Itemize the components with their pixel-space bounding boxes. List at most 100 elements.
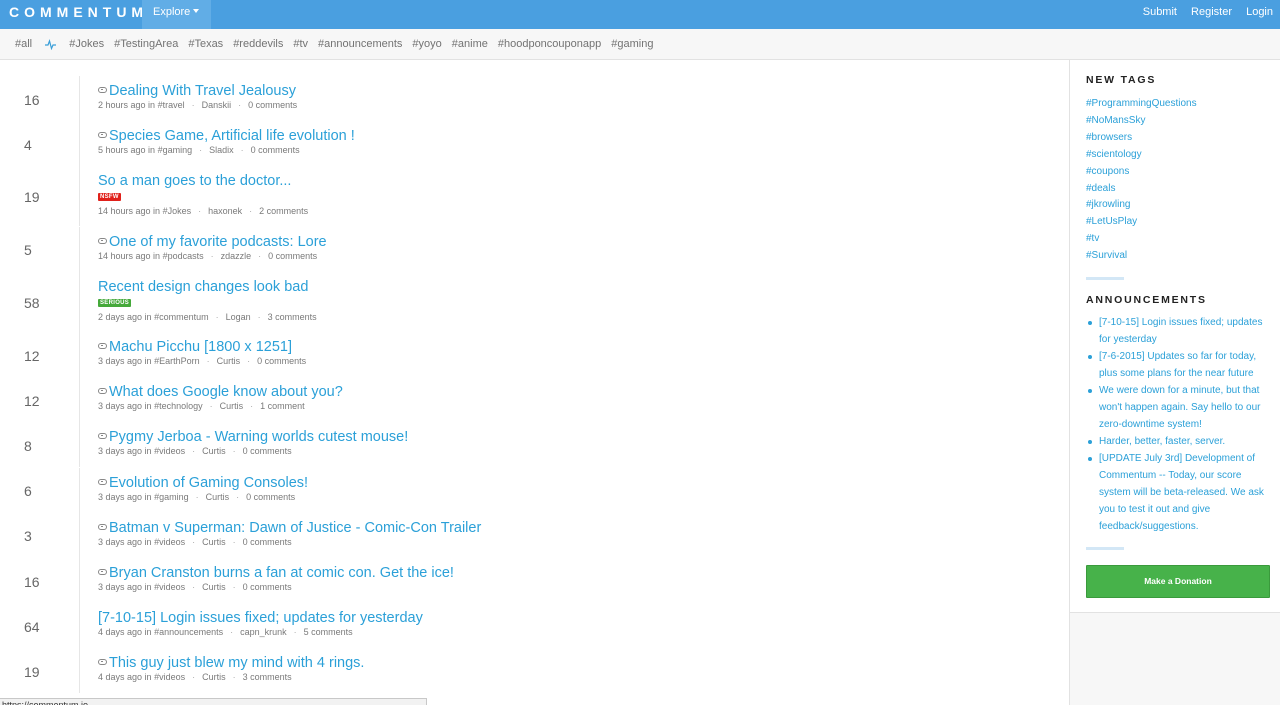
post-author-link[interactable]: zdazzle — [221, 251, 252, 261]
post-comments-link[interactable]: 5 comments — [304, 627, 353, 637]
title-line: One of my favorite podcasts: Lore — [98, 233, 327, 251]
link-icon — [98, 388, 107, 395]
post-title[interactable]: Bryan Cranston burns a fan at comic con.… — [109, 565, 454, 581]
meta-separator: · — [247, 356, 251, 366]
post-tag-link[interactable]: #EarthPorn — [154, 356, 200, 366]
post-tag-link[interactable]: #travel — [158, 100, 185, 110]
post-time: 4 days ago in — [98, 672, 152, 683]
meta-separator: · — [195, 491, 199, 502]
post-title[interactable]: Evolution of Gaming Consoles! — [109, 475, 308, 491]
announcement-link[interactable]: We were down for a minute, but that won'… — [1088, 382, 1271, 433]
post-author-link[interactable]: Curtis — [202, 672, 226, 682]
new-tag-link[interactable]: #browsers — [1086, 130, 1197, 147]
new-tag-link[interactable]: #jkrowling — [1086, 197, 1197, 214]
announcement-link[interactable]: [UPDATE July 3rd] Development of Comment… — [1088, 450, 1271, 535]
post-meta: 4 days ago in #videos · Curtis · 3 comments — [98, 672, 292, 682]
post-tag-link[interactable]: #Jokes — [163, 206, 192, 216]
post-time: 14 hours ago in — [98, 206, 161, 217]
new-tag-link[interactable]: #NoMansSky — [1086, 113, 1197, 130]
post-author-link[interactable]: Curtis — [202, 537, 226, 547]
post-comments-link[interactable]: 0 comments — [246, 492, 295, 502]
pulse-icon[interactable] — [45, 39, 57, 50]
post-author-link[interactable]: Logan — [226, 312, 251, 322]
post-title[interactable]: So a man goes to the doctor... — [98, 173, 291, 189]
new-tag-link[interactable]: #deals — [1086, 181, 1197, 198]
post-comments-link[interactable]: 0 comments — [243, 582, 292, 592]
new-tags-heading: NEW TAGS — [1086, 74, 1157, 86]
post-comments-link[interactable]: 0 comments — [243, 537, 292, 547]
tag-hoodponcouponapp[interactable]: #hoodponcouponapp — [498, 38, 601, 50]
new-tag-link[interactable]: #tv — [1086, 231, 1197, 248]
post-author-link[interactable]: Curtis — [217, 356, 241, 366]
post-title[interactable]: [7-10-15] Login issues fixed; updates fo… — [98, 610, 423, 626]
post-title[interactable]: Recent design changes look bad — [98, 279, 308, 295]
post-author-link[interactable]: Sladix — [209, 145, 234, 155]
tag-gaming[interactable]: #gaming — [611, 38, 653, 50]
link-icon — [98, 659, 107, 666]
post-author-link[interactable]: haxonek — [208, 206, 242, 216]
tag-announcements[interactable]: #announcements — [318, 38, 402, 50]
tag-reddevils[interactable]: #reddevils — [233, 38, 283, 50]
post-comments-link[interactable]: 0 comments — [268, 251, 317, 261]
explore-dropdown[interactable]: Explore — [142, 0, 211, 29]
post-tag-link[interactable]: #videos — [154, 672, 185, 682]
post-title[interactable]: Batman v Superman: Dawn of Justice - Com… — [109, 520, 481, 536]
post-title[interactable]: What does Google know about you? — [109, 384, 343, 400]
donate-button[interactable]: Make a Donation — [1086, 565, 1270, 598]
post-author-link[interactable]: Curtis — [206, 492, 230, 502]
post-item: 19 So a man goes to the doctor... NSFW 14 h… — [0, 166, 1068, 227]
tag-all[interactable]: #all — [15, 38, 32, 50]
announcement-link[interactable]: Harder, better, faster, server. — [1088, 433, 1271, 450]
post-title[interactable]: One of my favorite podcasts: Lore — [109, 234, 327, 250]
post-tag-link[interactable]: #commentum — [154, 312, 209, 322]
post-title[interactable]: Species Game, Artificial life evolution … — [109, 128, 355, 144]
post-comments-link[interactable]: 3 comments — [243, 672, 292, 682]
login-link[interactable]: Login — [1246, 6, 1273, 18]
post-tag-link[interactable]: #gaming — [158, 145, 193, 155]
score-count: 5 — [24, 242, 32, 259]
post-tag-link[interactable]: #gaming — [154, 492, 189, 502]
post-comments-link[interactable]: 0 comments — [248, 100, 297, 110]
submit-link[interactable]: Submit — [1143, 6, 1177, 18]
post-time: 2 hours ago in — [98, 100, 156, 110]
post-tag-link[interactable]: #videos — [154, 446, 185, 456]
post-tag-link[interactable]: #podcasts — [163, 251, 204, 261]
site-logo[interactable]: COMMENTUM — [9, 4, 148, 20]
title-line: This guy just blew my mind with 4 rings. — [98, 654, 364, 672]
new-tag-link[interactable]: #Survival — [1086, 248, 1197, 265]
post-author-link[interactable]: Danskii — [202, 100, 232, 110]
post-comments-link[interactable]: 0 comments — [257, 356, 306, 366]
tag-tv[interactable]: #tv — [293, 38, 308, 50]
new-tag-link[interactable]: #ProgrammingQuestions — [1086, 96, 1197, 113]
register-link[interactable]: Register — [1191, 6, 1232, 18]
post-author-link[interactable]: Curtis — [220, 401, 244, 411]
post-title[interactable]: Dealing With Travel Jealousy — [109, 83, 296, 99]
post-title[interactable]: Pygmy Jerboa - Warning worlds cutest mou… — [109, 429, 408, 445]
new-tag-link[interactable]: #LetUsPlay — [1086, 214, 1197, 231]
post-comments-link[interactable]: 1 comment — [260, 401, 305, 411]
post-title[interactable]: Machu Picchu [1800 x 1251] — [109, 339, 292, 355]
post-author-link[interactable]: Curtis — [202, 446, 226, 456]
post-comments-link[interactable]: 0 comments — [243, 446, 292, 456]
tag-yoyo[interactable]: #yoyo — [412, 38, 441, 50]
tag-anime[interactable]: #anime — [452, 38, 488, 50]
new-tag-link[interactable]: #scientology — [1086, 147, 1197, 164]
announcement-link[interactable]: [7-10-15] Login issues fixed; updates fo… — [1088, 314, 1271, 348]
tag-list: #all #Jokes #TestingArea #Texas #reddevils #… — [15, 29, 663, 60]
post-author-link[interactable]: capn_krunk — [240, 627, 287, 637]
new-tag-link[interactable]: #coupons — [1086, 164, 1197, 181]
tag-testingarea[interactable]: #TestingArea — [114, 38, 178, 50]
post-comments-link[interactable]: 2 comments — [259, 206, 308, 216]
announcement-link[interactable]: [7-6-2015] Updates so far for today, plu… — [1088, 348, 1271, 382]
tag-jokes[interactable]: #Jokes — [69, 38, 104, 50]
post-author-link[interactable]: Curtis — [202, 582, 226, 592]
post-comments-link[interactable]: 0 comments — [251, 145, 300, 155]
tag-texas[interactable]: #Texas — [188, 38, 223, 50]
post-tag-link[interactable]: #videos — [154, 537, 185, 547]
post-tag-link[interactable]: #videos — [154, 582, 185, 592]
post-comments-link[interactable]: 3 comments — [268, 312, 317, 322]
post-tag-link[interactable]: #announcements — [154, 627, 223, 637]
post-tag-link[interactable]: #technology — [154, 401, 203, 411]
post-title[interactable]: This guy just blew my mind with 4 rings. — [109, 655, 364, 671]
browser-status-bar: https://commentum.io — [0, 698, 427, 705]
